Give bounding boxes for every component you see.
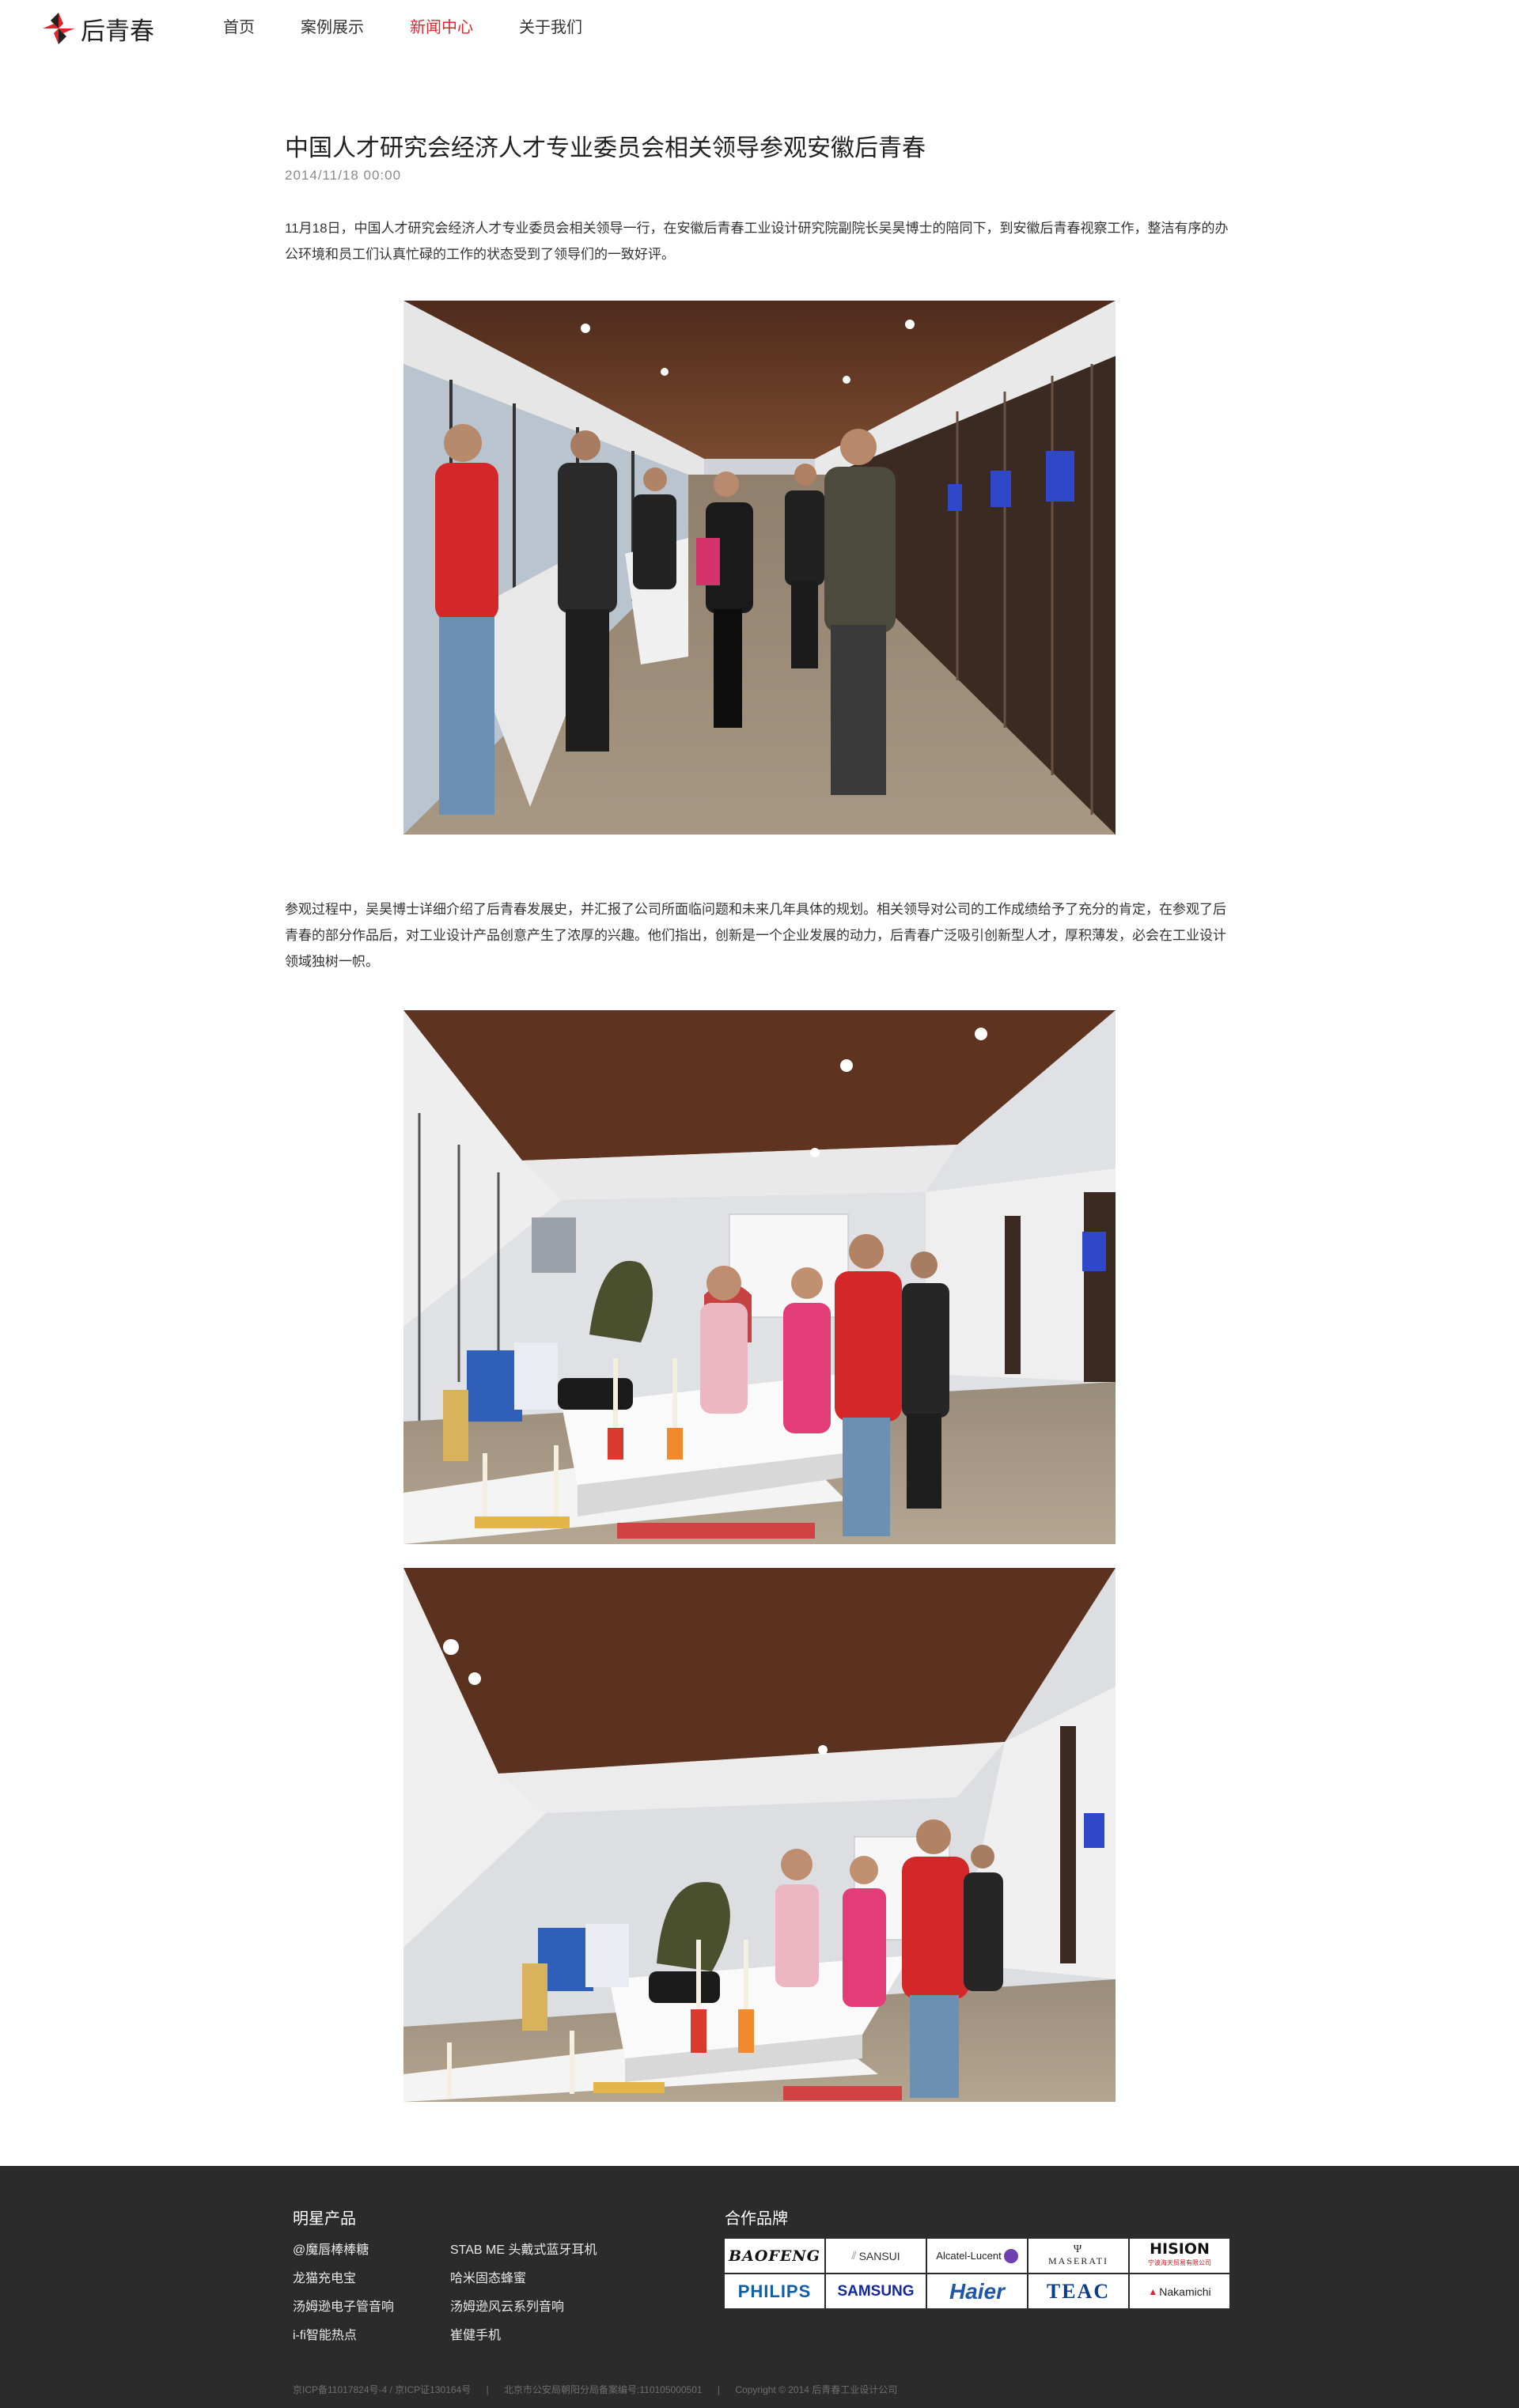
product-link[interactable]: 崔健手机 (450, 2324, 501, 2343)
site-header: 后青春 首页 案例展示 新闻中心 关于我们 (0, 0, 1519, 57)
article-photo-1 (403, 301, 1116, 835)
product-link[interactable]: STAB ME 头戴式蓝牙耳机 (450, 2239, 597, 2258)
article-title: 中国人才研究会经济人才专业委员会相关领导参观安徽后青春 (285, 135, 926, 161)
product-link[interactable]: 汤姆逊风云系列音响 (450, 2296, 564, 2315)
article-paragraph: 11月18日，中国人才研究会经济人才专业委员会相关领导一行，在安徽后青春工业设计… (285, 221, 1229, 262)
product-link[interactable]: @魔唇棒棒糖 (293, 2239, 369, 2258)
logo-text: 后青春 (81, 17, 154, 46)
product-link[interactable]: 汤姆逊电子管音响 (293, 2296, 394, 2315)
brand-logo-hision[interactable]: HISION 宁波海天贸易有限公司 (1130, 2239, 1229, 2273)
brand-logo-grid: BAOFENG ⫽ SANSUI Alcatel-Lucent Ψ MASERA… (725, 2239, 1231, 2308)
trident-icon: Ψ (1073, 2243, 1084, 2255)
main-nav: 首页 案例展示 新闻中心 关于我们 (223, 16, 628, 40)
brand-logo-samsung[interactable]: SAMSUNG (826, 2274, 926, 2308)
product-link[interactable]: i-fi智能热点 (293, 2324, 357, 2343)
brand-name: Alcatel-Lucent (936, 2250, 1002, 2262)
brand-logo-teac[interactable]: TEAC (1028, 2274, 1128, 2308)
brand-logo-alcatel[interactable]: Alcatel-Lucent (927, 2239, 1027, 2273)
pinwheel-logo-icon (43, 13, 74, 44)
article-photo-2 (403, 1010, 1116, 1544)
icp-license: 京ICP备11017824号-4 / 京ICP证130164号 (293, 2384, 472, 2395)
brand-name: Nakamichi (1159, 2285, 1211, 2298)
article-date: 2014/11/18 00:00 (285, 168, 402, 183)
brand-logo-baofeng[interactable]: BAOFENG (725, 2239, 824, 2273)
brand-name: HISION (1150, 2240, 1210, 2258)
corridor-visit-photo (403, 301, 1116, 835)
brand-logo-haier[interactable]: Haier (927, 2274, 1027, 2308)
copyright-text: Copyright © 2014 后青春工业设计公司 (735, 2384, 898, 2395)
site-logo[interactable]: 后青春 (40, 9, 154, 47)
brand-logo-nakamichi[interactable]: ▲ Nakamichi (1130, 2274, 1229, 2308)
brands-title: 合作品牌 (725, 2210, 788, 2228)
nav-news[interactable]: 新闻中心 (410, 16, 473, 40)
alcatel-swirl-icon (1003, 2248, 1018, 2263)
exhibition-hall-photo-2 (403, 1568, 1116, 2102)
separator: | (486, 2384, 489, 2395)
police-record: 北京市公安局朝阳分局备案编号:110105000501 (504, 2384, 703, 2395)
separator: | (717, 2384, 721, 2395)
nav-cases[interactable]: 案例展示 (301, 16, 364, 40)
product-link[interactable]: 龙猫充电宝 (293, 2267, 356, 2286)
article-photo-3 (403, 1568, 1116, 2102)
brand-logo-maserati[interactable]: Ψ MASERATI (1028, 2239, 1128, 2273)
nav-about[interactable]: 关于我们 (519, 16, 582, 40)
brand-name: MASERATI (1047, 2255, 1108, 2266)
brand-subtitle: 宁波海天贸易有限公司 (1148, 2258, 1211, 2266)
brand-logo-sansui[interactable]: ⫽ SANSUI (826, 2239, 926, 2273)
brand-name: SANSUI (858, 2249, 900, 2262)
brand-logo-philips[interactable]: PHILIPS (725, 2274, 824, 2308)
copyright-bar: 京ICP备11017824号-4 / 京ICP证130164号 | 北京市公安局… (293, 2383, 910, 2396)
article-paragraph: 参观过程中，吴昊博士详细介绍了后青春发展史，并汇报了公司所面临问题和未来几年具体… (285, 902, 1226, 969)
exhibition-hall-photo (403, 1010, 1116, 1544)
nakamichi-mark-icon: ▲ (1148, 2285, 1158, 2297)
products-title: 明星产品 (293, 2210, 356, 2228)
product-link[interactable]: 哈米固态蜂蜜 (450, 2267, 526, 2286)
site-footer: 明星产品 @魔唇棒棒糖 STAB ME 头戴式蓝牙耳机 龙猫充电宝 哈米固态蜂蜜… (0, 2166, 1519, 2408)
nav-home[interactable]: 首页 (223, 16, 255, 40)
sansui-mark-icon: ⫽ (851, 2249, 857, 2262)
